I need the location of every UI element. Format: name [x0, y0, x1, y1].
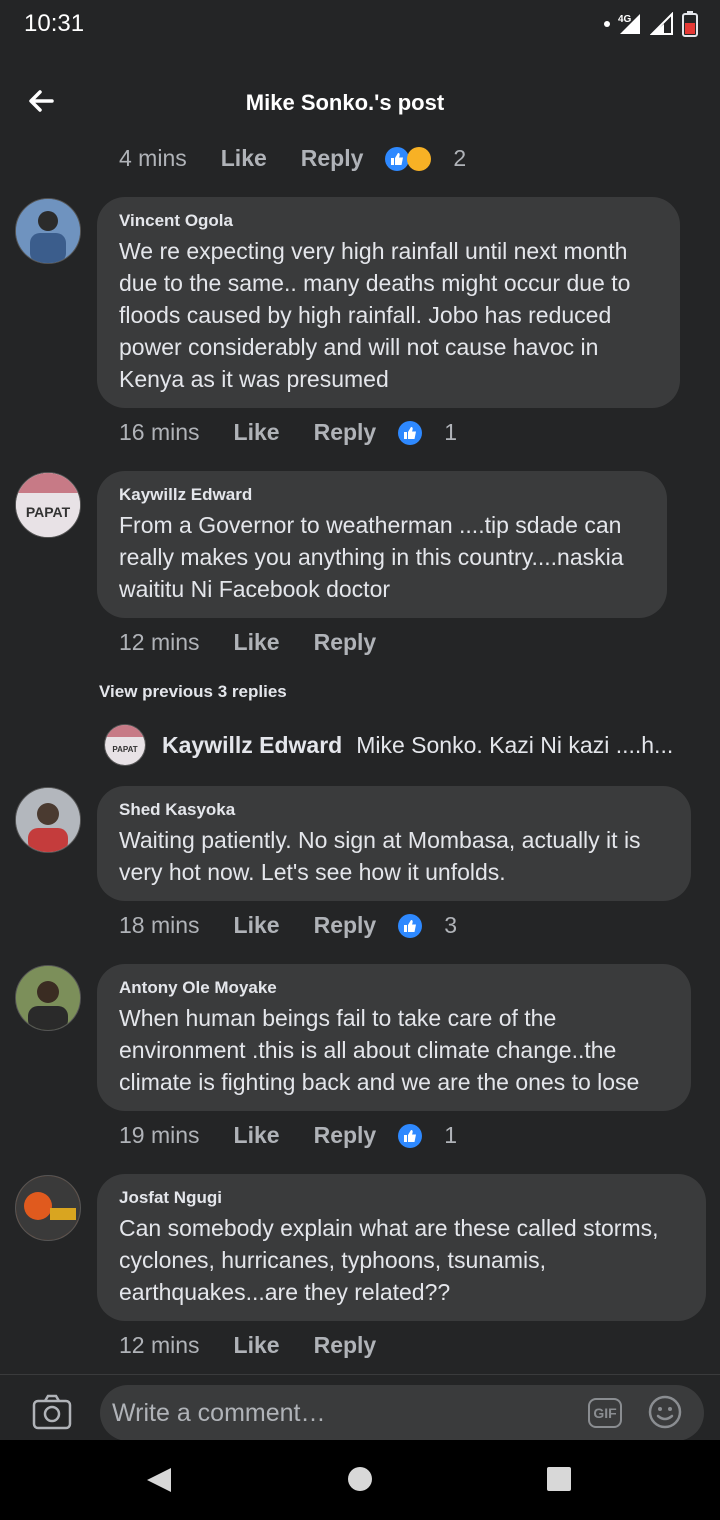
comment-meta: 16 mins Like Reply 1 — [119, 419, 457, 446]
comment-author[interactable]: Vincent Ogola — [119, 211, 658, 231]
svg-text:4G: 4G — [618, 14, 632, 25]
comment-time: 12 mins — [119, 1332, 200, 1358]
status-icons: 4G — [604, 10, 698, 38]
reply-button[interactable]: Reply — [314, 629, 377, 656]
like-reaction-icon — [398, 1123, 423, 1148]
like-reaction-icon — [398, 913, 423, 938]
svg-text:PAPAT: PAPAT — [112, 745, 137, 754]
reaction-count: 2 — [453, 145, 467, 171]
notification-dot-icon — [604, 21, 610, 27]
comment-text: When human beings fail to take care of t… — [119, 1005, 640, 1095]
like-button[interactable]: Like — [234, 1122, 280, 1149]
status-time: 10:31 — [24, 10, 85, 37]
reply-button[interactable]: Reply — [314, 912, 377, 939]
comment-text: From a Governor to weatherman ....tip sd… — [119, 512, 624, 602]
comment-author[interactable]: Kaywillz Edward — [119, 485, 645, 505]
reply-button[interactable]: Reply — [301, 145, 364, 172]
avatar[interactable] — [15, 1175, 81, 1241]
comment-bubble[interactable]: Kaywillz Edward From a Governor to weath… — [97, 471, 667, 618]
comment-meta: 19 mins Like Reply 1 — [119, 1122, 457, 1149]
comment-meta: 12 mins Like Reply — [119, 1332, 398, 1359]
comment-text: We re expecting very high rainfall until… — [119, 238, 631, 392]
reactions[interactable]: 2 — [385, 145, 466, 172]
comment-text: Can somebody explain what are these call… — [119, 1215, 659, 1305]
comment-text: Waiting patiently. No sign at Mombasa, a… — [119, 827, 641, 885]
top-comment-meta: 4 mins Like Reply 2 — [119, 145, 466, 172]
reply-button[interactable]: Reply — [314, 419, 377, 446]
signal-weak-icon — [650, 12, 673, 35]
nav-back-icon[interactable] — [145, 1466, 173, 1494]
comment-author[interactable]: Josfat Ngugi — [119, 1188, 684, 1208]
signal-4g-icon: 4G — [618, 14, 640, 34]
comment-time: 16 mins — [119, 419, 200, 445]
reply-button[interactable]: Reply — [314, 1332, 377, 1359]
reply-author: Kaywillz Edward — [162, 731, 343, 758]
reaction-count: 1 — [444, 419, 458, 445]
comment-bubble[interactable]: Shed Kasyoka Waiting patiently. No sign … — [97, 786, 691, 901]
reactions[interactable]: 1 — [398, 419, 457, 446]
avatar[interactable] — [15, 787, 81, 853]
system-nav-bar — [0, 1440, 720, 1520]
reply-text: Mike Sonko. Kazi Ni kazi ....h... — [356, 731, 674, 758]
comment-placeholder: Write a comment… — [112, 1399, 326, 1427]
comment-input[interactable]: Write a comment… GIF — [100, 1385, 704, 1441]
battery-icon — [682, 11, 698, 37]
reaction-count: 1 — [444, 1122, 458, 1148]
camera-icon[interactable] — [32, 1394, 72, 1430]
like-reaction-icon — [385, 146, 410, 171]
comment-time: 19 mins — [119, 1122, 200, 1148]
reply-preview[interactable]: PAPAT Kaywillz Edward Mike Sonko. Kazi N… — [104, 724, 673, 766]
page-title: Mike Sonko.'s post — [245, 90, 445, 115]
comment-author[interactable]: Antony Ole Moyake — [119, 978, 669, 998]
gif-button[interactable]: GIF — [588, 1398, 622, 1428]
comment-time: 4 mins — [119, 145, 187, 171]
view-previous-replies-link[interactable]: View previous 3 replies — [99, 682, 287, 702]
avatar[interactable] — [15, 198, 81, 264]
comment-time: 18 mins — [119, 912, 200, 938]
comment-bubble[interactable]: Vincent Ogola We re expecting very high … — [97, 197, 680, 408]
reply-button[interactable]: Reply — [314, 1122, 377, 1149]
svg-text:PAPAT: PAPAT — [26, 504, 71, 520]
avatar[interactable] — [15, 965, 81, 1031]
like-button[interactable]: Like — [221, 145, 267, 172]
emoji-icon[interactable] — [648, 1395, 682, 1429]
nav-recents-icon[interactable] — [546, 1466, 572, 1492]
avatar[interactable]: PAPAT — [15, 472, 81, 538]
haha-reaction-icon — [407, 146, 432, 171]
like-button[interactable]: Like — [234, 419, 280, 446]
comment-bubble[interactable]: Josfat Ngugi Can somebody explain what a… — [97, 1174, 706, 1321]
comment-time: 12 mins — [119, 629, 200, 655]
like-button[interactable]: Like — [234, 912, 280, 939]
comment-meta: 12 mins Like Reply — [119, 629, 398, 656]
comment-meta: 18 mins Like Reply 3 — [119, 912, 457, 939]
reaction-count: 3 — [444, 912, 458, 938]
reactions[interactable]: 3 — [398, 912, 457, 939]
like-button[interactable]: Like — [234, 629, 280, 656]
comment-author[interactable]: Shed Kasyoka — [119, 800, 669, 820]
avatar: PAPAT — [104, 724, 146, 766]
reactions[interactable]: 1 — [398, 1122, 457, 1149]
like-reaction-icon — [398, 420, 423, 445]
divider — [0, 1374, 720, 1375]
comment-bubble[interactable]: Antony Ole Moyake When human beings fail… — [97, 964, 691, 1111]
like-button[interactable]: Like — [234, 1332, 280, 1359]
nav-home-icon[interactable] — [347, 1466, 373, 1492]
